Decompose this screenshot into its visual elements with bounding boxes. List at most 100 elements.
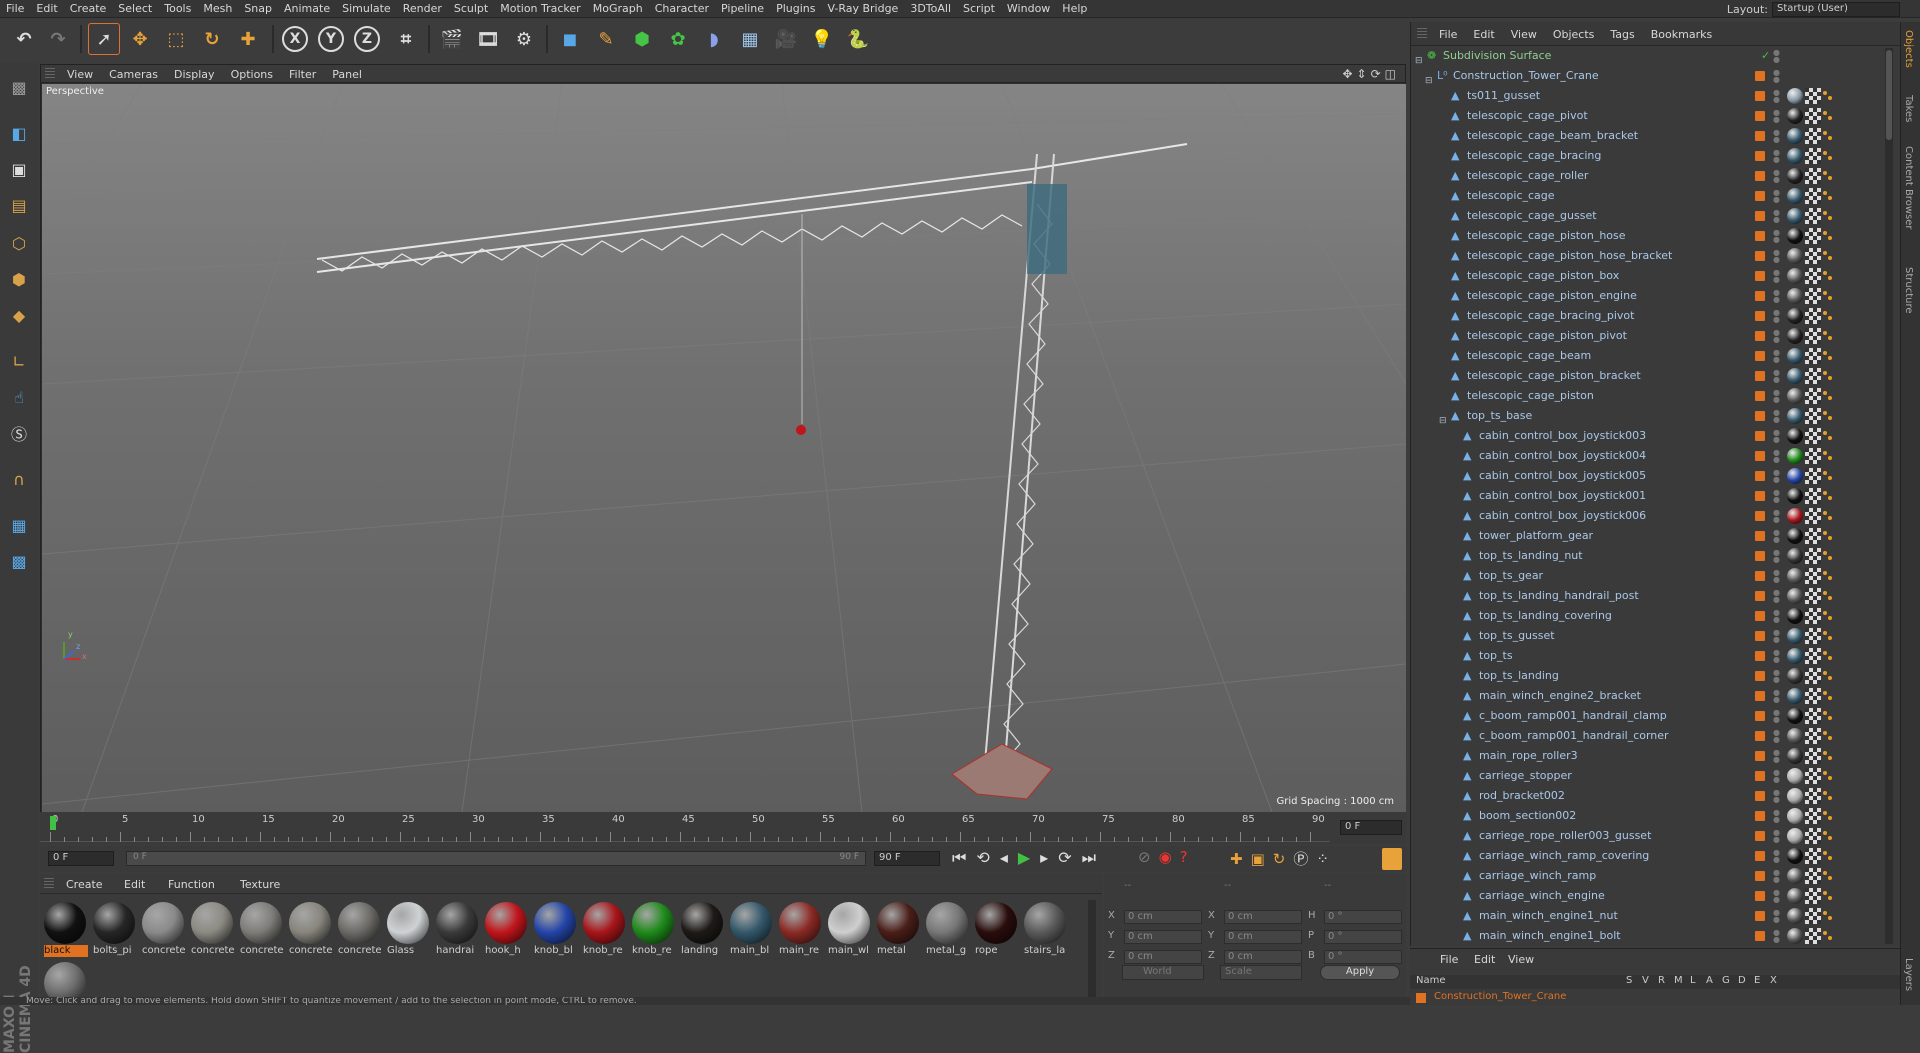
coord-value-field[interactable]: 0 cm xyxy=(1124,930,1202,944)
material-tag-icon[interactable] xyxy=(1787,588,1803,604)
timeline-ruler[interactable]: 051015202530354045505560657075808590 xyxy=(40,814,1330,842)
uvw-tag-icon[interactable] xyxy=(1805,928,1821,944)
layer-column-header[interactable]: Name xyxy=(1416,975,1446,986)
render-view-icon[interactable]: 🎬 xyxy=(436,23,468,55)
uvw-tag-icon[interactable] xyxy=(1805,328,1821,344)
menu-item-script[interactable]: Script xyxy=(957,0,1001,18)
workplane-icon[interactable]: ▤ xyxy=(3,189,35,221)
magnet-icon[interactable]: ∩ xyxy=(3,463,35,495)
material-swatch[interactable] xyxy=(44,902,86,944)
uvw-tag-icon[interactable] xyxy=(1805,668,1821,684)
object-row[interactable]: ▲ telescopic_cage_piston_bracket ● ● xyxy=(1411,366,1881,386)
material-swatch[interactable] xyxy=(338,902,380,944)
phong-tag-icon[interactable] xyxy=(1823,671,1833,681)
coord-scale-select[interactable]: Scale xyxy=(1220,965,1302,980)
material-label[interactable]: metal_g xyxy=(926,945,970,957)
material-swatch[interactable] xyxy=(1024,902,1066,944)
layout-select[interactable]: Startup (User) xyxy=(1772,1,1900,17)
material-swatch[interactable] xyxy=(730,902,772,944)
material-scrollbar[interactable] xyxy=(1088,900,1096,1000)
object-row[interactable]: ▲ cabin_control_box_joystick004 ● ● xyxy=(1411,446,1881,466)
object-row[interactable]: ▲ telescopic_cage ● ● xyxy=(1411,186,1881,206)
object-row[interactable]: ⊟ L⁰ Construction_Tower_Crane ● ● xyxy=(1411,66,1881,87)
object-row[interactable]: ▲ carriege_stopper ● ● xyxy=(1411,766,1881,786)
phong-tag-icon[interactable] xyxy=(1823,491,1833,501)
expand-toggle-icon[interactable]: ⊟ xyxy=(1439,411,1447,426)
coord-value-field[interactable]: 0 cm xyxy=(1124,950,1202,964)
material-swatch[interactable] xyxy=(877,902,919,944)
material-tag-icon[interactable] xyxy=(1787,748,1803,764)
end-frame-field[interactable]: 90 F xyxy=(874,851,940,866)
menu-item-render[interactable]: Render xyxy=(397,0,448,18)
apply-button[interactable]: Apply xyxy=(1320,965,1400,980)
menu-item-sculpt[interactable]: Sculpt xyxy=(448,0,494,18)
phong-tag-icon[interactable] xyxy=(1823,111,1833,121)
object-row[interactable]: ▲ cabin_control_box_joystick003 ● ● xyxy=(1411,426,1881,446)
uvw-tag-icon[interactable] xyxy=(1805,528,1821,544)
menu-item-pipeline[interactable]: Pipeline xyxy=(715,0,770,18)
menu-item-v-ray-bridge[interactable]: V-Ray Bridge xyxy=(821,0,904,18)
key-filter-controls[interactable]: ✚▣↻Ⓟ⁘ xyxy=(1230,848,1337,869)
menu-item-simulate[interactable]: Simulate xyxy=(336,0,397,18)
material-tag-icon[interactable] xyxy=(1787,288,1803,304)
phong-tag-icon[interactable] xyxy=(1823,931,1833,941)
record-controls[interactable]: ⊘◉? xyxy=(1138,848,1196,866)
object-row[interactable]: ▲ rod_bracket002 ● ● xyxy=(1411,786,1881,806)
material-tag-icon[interactable] xyxy=(1787,688,1803,704)
camera-icon[interactable]: 🎥 xyxy=(770,23,802,55)
side-tab-structure[interactable]: Structure xyxy=(1903,267,1914,314)
uvw-tag-icon[interactable] xyxy=(1805,708,1821,724)
object-row[interactable]: ▲ telescopic_cage_gusset ● ● xyxy=(1411,206,1881,226)
phong-tag-icon[interactable] xyxy=(1823,251,1833,261)
scale-tool-icon[interactable]: ⬚ xyxy=(160,23,192,55)
playback-controls[interactable]: ⏮⟲◂▶▸⟳⏭ xyxy=(952,848,1106,868)
material-tag-icon[interactable] xyxy=(1787,428,1803,444)
phong-tag-icon[interactable] xyxy=(1823,231,1833,241)
object-row[interactable]: ▲ top_ts_landing ● ● xyxy=(1411,666,1881,686)
material-swatch[interactable] xyxy=(779,902,821,944)
material-tag-icon[interactable] xyxy=(1787,508,1803,524)
material-tag-icon[interactable] xyxy=(1787,188,1803,204)
material-swatch[interactable] xyxy=(975,902,1017,944)
layer-row[interactable]: Construction_Tower_Crane xyxy=(1416,991,1886,1005)
uvw-tag-icon[interactable] xyxy=(1805,428,1821,444)
material-tag-icon[interactable] xyxy=(1787,628,1803,644)
object-row[interactable]: ▲ carriage_winch_ramp_covering ● ● xyxy=(1411,846,1881,866)
object-row[interactable]: ▲ tower_platform_gear ● ● xyxy=(1411,526,1881,546)
material-tag-icon[interactable] xyxy=(1787,468,1803,484)
phong-tag-icon[interactable] xyxy=(1823,211,1833,221)
object-row[interactable]: ▲ telescopic_cage_piston_pivot ● ● xyxy=(1411,326,1881,346)
object-row[interactable]: ▲ cabin_control_box_joystick005 ● ● xyxy=(1411,466,1881,486)
material-tag-icon[interactable] xyxy=(1787,88,1803,104)
coord-value-field[interactable]: 0 ° xyxy=(1324,910,1402,924)
checkmark-icon[interactable]: ✓ xyxy=(1761,46,1770,66)
material-label[interactable]: knob_re xyxy=(583,945,627,957)
phong-tag-icon[interactable] xyxy=(1823,471,1833,481)
object-row[interactable]: ▲ main_rope_roller3 ● ● xyxy=(1411,746,1881,766)
material-label[interactable]: handrai xyxy=(436,945,480,957)
object-row[interactable]: ▲ carriege_rope_roller003_gusset ● ● xyxy=(1411,826,1881,846)
material-swatch[interactable] xyxy=(289,902,331,944)
floor-icon[interactable]: ▦ xyxy=(734,23,766,55)
object-row[interactable]: ▲ main_winch_engine1_bolt ● ● xyxy=(1411,926,1881,946)
object-row[interactable]: ▲ telescopic_cage_piston_hose ● ● xyxy=(1411,226,1881,246)
layer-column-header[interactable]: A xyxy=(1706,975,1713,986)
material-swatch[interactable] xyxy=(534,902,576,944)
phong-tag-icon[interactable] xyxy=(1823,431,1833,441)
phong-tag-icon[interactable] xyxy=(1823,91,1833,101)
material-swatch[interactable] xyxy=(681,902,723,944)
coord-value-field[interactable]: 0 cm xyxy=(1224,930,1302,944)
uvw-tag-icon[interactable] xyxy=(1805,768,1821,784)
material-label[interactable]: main_wl xyxy=(828,945,872,957)
object-row[interactable]: ▲ top_ts ● ● xyxy=(1411,646,1881,666)
object-scrollbar[interactable] xyxy=(1885,48,1893,944)
uvw-tag-icon[interactable] xyxy=(1805,208,1821,224)
phong-tag-icon[interactable] xyxy=(1823,131,1833,141)
uvw-tag-icon[interactable] xyxy=(1805,568,1821,584)
uvw-tag-icon[interactable] xyxy=(1805,508,1821,524)
uvw-tag-icon[interactable] xyxy=(1805,348,1821,364)
menu-item-motion-tracker[interactable]: Motion Tracker xyxy=(494,0,586,18)
deformer-icon[interactable]: ◗ xyxy=(698,23,730,55)
material-tag-icon[interactable] xyxy=(1787,168,1803,184)
material-tag-icon[interactable] xyxy=(1787,128,1803,144)
